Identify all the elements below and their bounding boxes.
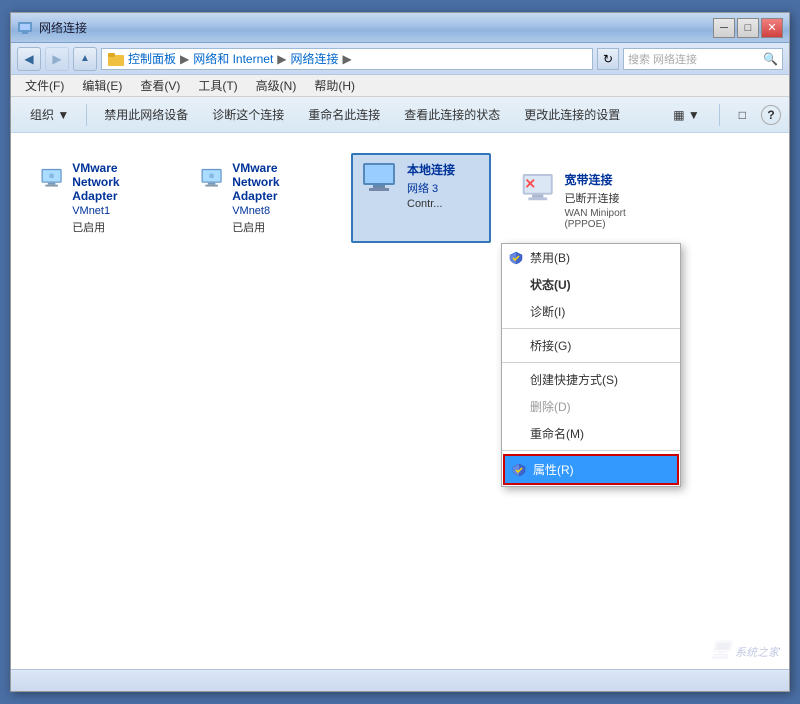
net-info-vmnet8: VMware Network Adapter VMnet8 已启用 [232, 161, 323, 235]
net-status-local: Contr... [407, 198, 455, 210]
ctx-icon-bridge [508, 338, 524, 354]
net-name-broadband: 宽带连接 [564, 171, 663, 188]
search-box[interactable]: 搜索 网络连接 🔍 [623, 48, 783, 70]
ctx-sep-1 [502, 328, 680, 329]
menu-view[interactable]: 查看(V) [132, 75, 188, 96]
title-text: 网络连接 [39, 19, 87, 36]
ctx-icon-status [508, 277, 524, 293]
context-menu: 禁用(B) 状态(U) 诊断(I) 桥接(G) 创建快捷方式(S) [501, 243, 681, 487]
help-button[interactable]: ? [761, 105, 781, 125]
ctx-icon-delete [508, 399, 524, 415]
ctx-disable[interactable]: 禁用(B) [502, 244, 680, 271]
up-button[interactable]: ▲ [73, 47, 97, 71]
toolbar: 组织 ▼ 禁用此网络设备 诊断这个连接 重命名此连接 查看此连接的状态 更改此连… [11, 97, 789, 133]
title-bar: 网络连接 ─ □ ✕ [11, 13, 789, 43]
ctx-sep-2 [502, 362, 680, 363]
disable-device-button[interactable]: 禁用此网络设备 [93, 102, 199, 128]
ctx-shield-icon-properties [511, 462, 527, 478]
forward-button[interactable]: ▶ [45, 47, 69, 71]
computer-icon-vmnet1 [39, 161, 64, 197]
network-item-vmnet8[interactable]: VMware Network Adapter VMnet8 已启用 [191, 153, 331, 243]
net-name-local: 本地连接 [407, 161, 455, 178]
address-bar: ◀ ▶ ▲ 控制面板 ▶ 网络和 Internet ▶ 网络连接 ▶ ↻ 搜索 … [11, 43, 789, 75]
maximize-button[interactable]: □ [737, 18, 759, 38]
menu-help[interactable]: 帮助(H) [306, 75, 363, 96]
menu-tools[interactable]: 工具(T) [190, 75, 245, 96]
ctx-icon-shortcut [508, 372, 524, 388]
watermark-text: 系统之家 [735, 647, 779, 659]
ctx-shortcut[interactable]: 创建快捷方式(S) [502, 366, 680, 393]
refresh-button[interactable]: ↻ [597, 48, 619, 70]
menu-edit[interactable]: 编辑(E) [74, 75, 130, 96]
view-toggle-button[interactable]: ▦ ▼ [662, 102, 711, 128]
net-subname-local: 网络 3 [407, 180, 455, 196]
path-network-internet[interactable]: 网络和 Internet [193, 50, 273, 67]
net-name-vmnet1: VMware Network Adapter [72, 161, 163, 203]
ctx-shield-icon-disable [508, 250, 524, 266]
net-status-broadband: 已断开连接 [564, 190, 663, 206]
ctx-delete: 删除(D) [502, 393, 680, 420]
minimize-button[interactable]: ─ [713, 18, 735, 38]
ctx-icon-diagnose [508, 304, 524, 320]
close-button[interactable]: ✕ [761, 18, 783, 38]
net-name-vmnet8: VMware Network Adapter [232, 161, 323, 203]
network-item-local[interactable]: 本地连接 网络 3 Contr... [351, 153, 491, 243]
view-status-button[interactable]: 查看此连接的状态 [393, 102, 511, 128]
net-info-local: 本地连接 网络 3 Contr... [407, 161, 455, 210]
computer-icon-vmnet8 [199, 161, 224, 197]
computer-icon-broadband [519, 171, 556, 207]
ctx-properties[interactable]: 属性(R) [503, 454, 679, 485]
net-subname-vmnet8: VMnet8 [232, 205, 323, 217]
address-path: 控制面板 ▶ 网络和 Internet ▶ 网络连接 ▶ [101, 48, 593, 70]
net-info-broadband: 宽带连接 已断开连接 WAN Miniport (PPPOE) [564, 171, 663, 230]
net-status-vmnet1: 已启用 [72, 219, 163, 235]
ctx-bridge[interactable]: 桥接(G) [502, 332, 680, 359]
change-settings-button[interactable]: 更改此连接的设置 [513, 102, 631, 128]
main-window: 网络连接 ─ □ ✕ ◀ ▶ ▲ 控制面板 ▶ 网络和 Internet ▶ 网… [10, 12, 790, 692]
status-bar [11, 669, 789, 691]
ctx-status[interactable]: 状态(U) [502, 271, 680, 298]
folder-button[interactable]: □ [728, 102, 757, 128]
menu-bar: 文件(F) 编辑(E) 查看(V) 工具(T) 高级(N) 帮助(H) [11, 75, 789, 97]
back-button[interactable]: ◀ [17, 47, 41, 71]
net-info-vmnet1: VMware Network Adapter VMnet1 已启用 [72, 161, 163, 235]
toolbar-separator-2 [719, 104, 720, 126]
diagnose-button[interactable]: 诊断这个连接 [201, 102, 295, 128]
ctx-sep-3 [502, 450, 680, 451]
toolbar-right: ▦ ▼ □ ? [662, 102, 781, 128]
net-status-vmnet8: 已启用 [232, 219, 323, 235]
toolbar-separator-1 [86, 104, 87, 126]
content-area: VMware Network Adapter VMnet1 已启用 VMware… [11, 133, 789, 669]
net-extra-broadband: WAN Miniport (PPPOE) [564, 208, 663, 230]
menu-advanced[interactable]: 高级(N) [248, 75, 305, 96]
ctx-rename[interactable]: 重命名(M) [502, 420, 680, 447]
folder-icon [108, 51, 124, 67]
net-subname-vmnet1: VMnet1 [72, 205, 163, 217]
title-controls: ─ □ ✕ [713, 18, 783, 38]
menu-file[interactable]: 文件(F) [17, 75, 72, 96]
title-icon [17, 20, 33, 36]
path-controlpanel[interactable]: 控制面板 [128, 50, 176, 67]
items-grid: VMware Network Adapter VMnet1 已启用 VMware… [21, 143, 779, 253]
watermark: 🖥 系统之家 [709, 640, 779, 661]
ctx-diagnose[interactable]: 诊断(I) [502, 298, 680, 325]
search-placeholder: 搜索 网络连接 [628, 51, 697, 67]
network-item-vmnet1[interactable]: VMware Network Adapter VMnet1 已启用 [31, 153, 171, 243]
search-icon: 🔍 [763, 52, 778, 66]
ctx-icon-rename [508, 426, 524, 442]
path-network-connections[interactable]: 网络连接 [291, 50, 339, 67]
computer-icon-local [359, 161, 399, 197]
organize-button[interactable]: 组织 ▼ [19, 102, 80, 128]
rename-button[interactable]: 重命名此连接 [297, 102, 391, 128]
network-item-broadband[interactable]: 宽带连接 已断开连接 WAN Miniport (PPPOE) [511, 163, 671, 243]
title-bar-left: 网络连接 [17, 19, 87, 36]
